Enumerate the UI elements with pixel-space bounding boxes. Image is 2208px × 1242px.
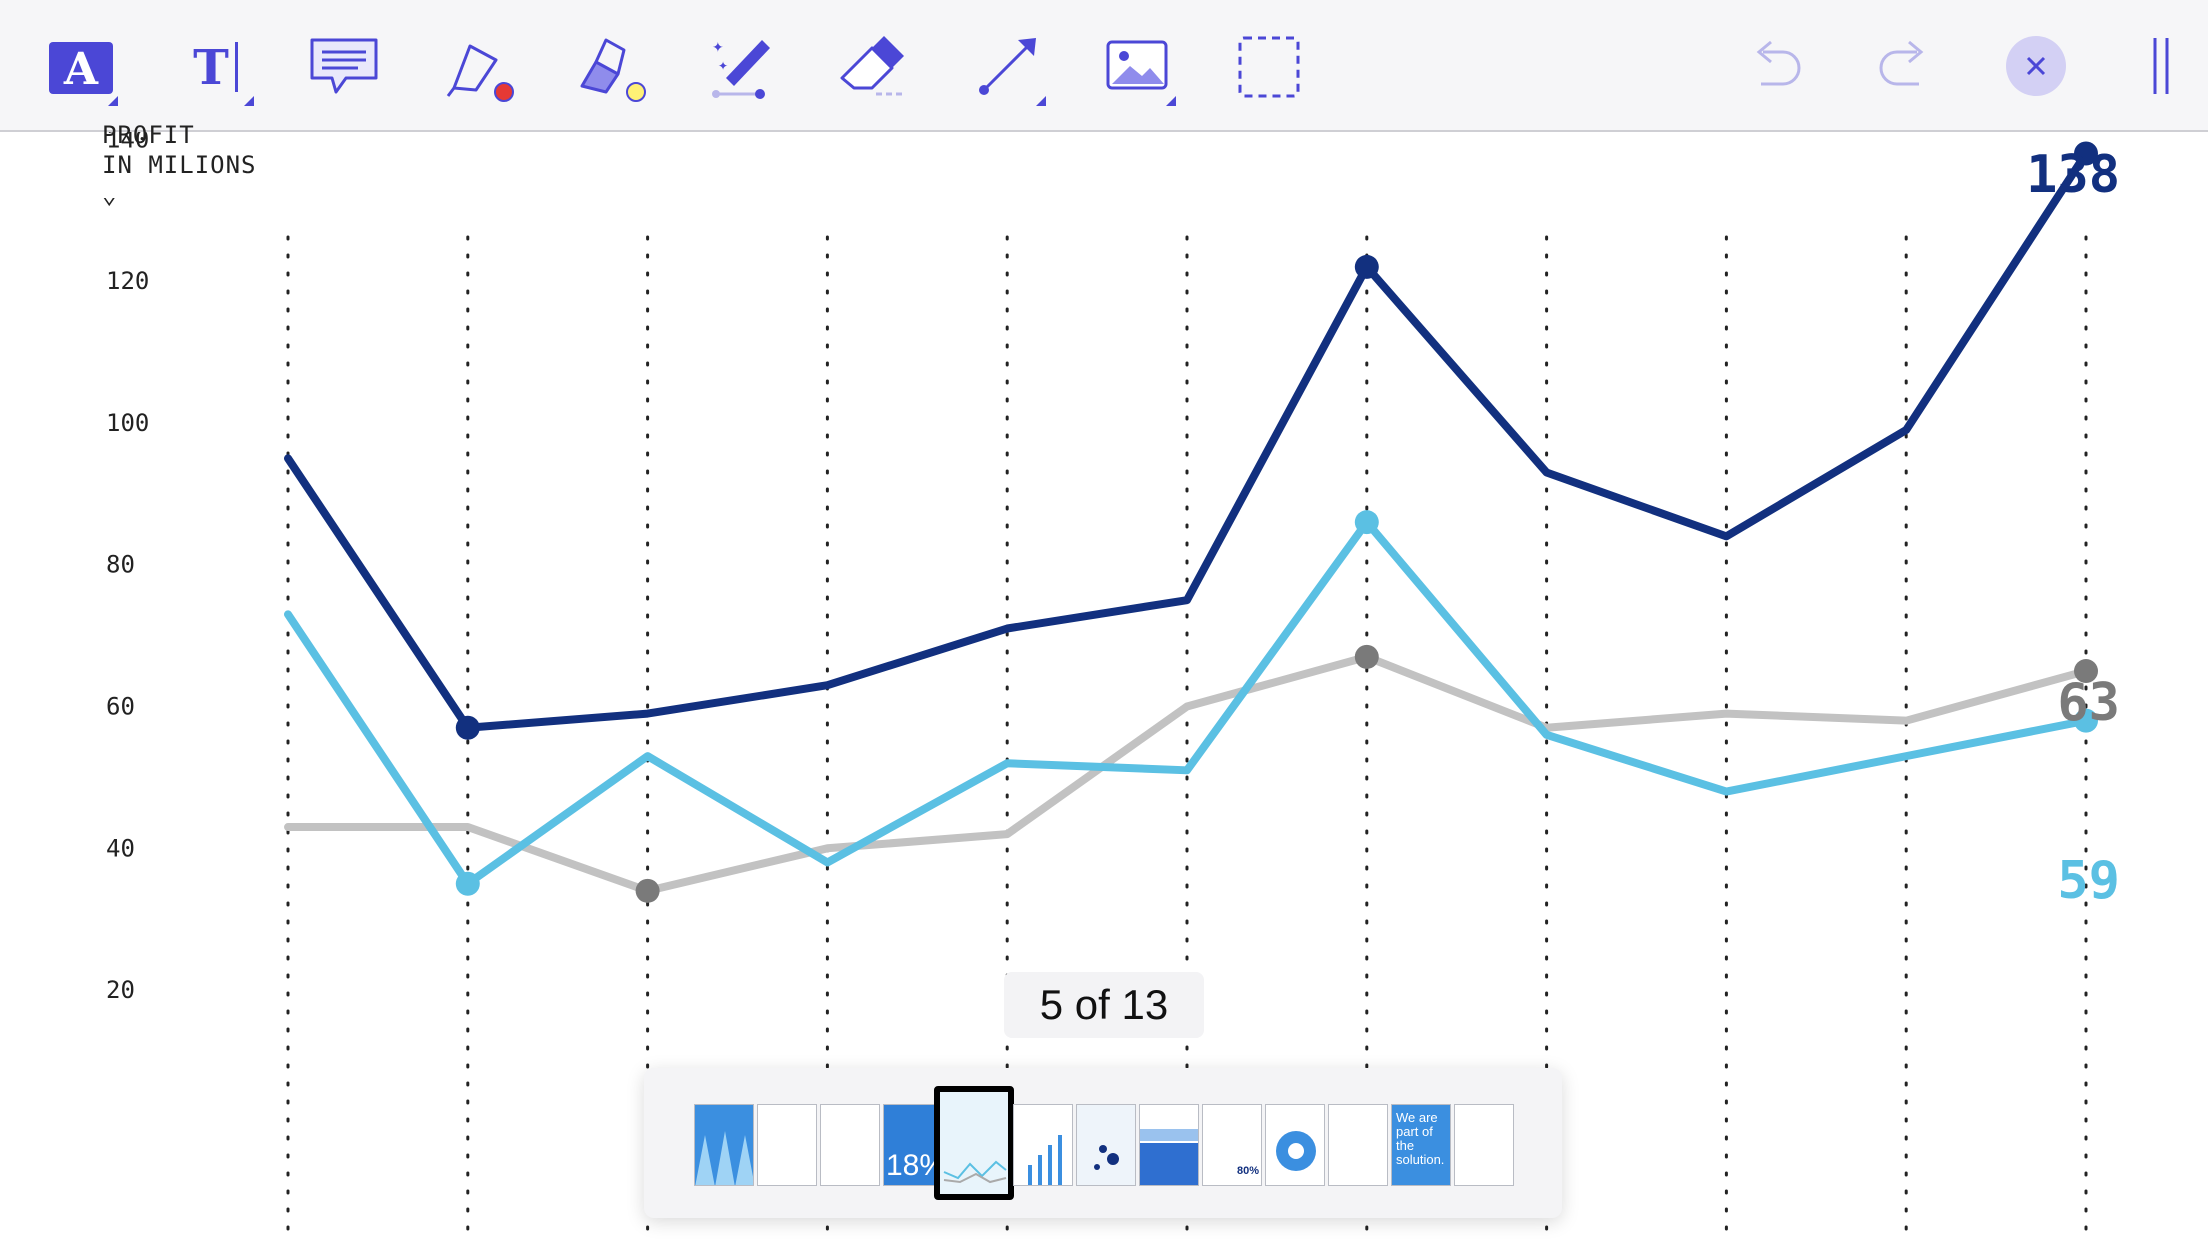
y-tick-label: 40 [106, 834, 135, 862]
drag-handle-icon [2153, 38, 2169, 94]
redo-icon [1879, 40, 1924, 86]
data-point [455, 715, 480, 740]
undo-button[interactable] [1728, 20, 1824, 112]
image-icon [1106, 40, 1168, 90]
thumbnail-graphic [1094, 1145, 1119, 1170]
submenu-indicator [108, 96, 118, 106]
magic-pen-tool[interactable]: ✦ ✦ [694, 20, 790, 112]
svg-text:✦: ✦ [718, 59, 728, 73]
text-style-tool[interactable]: A [32, 20, 128, 112]
selection-tool[interactable] [1222, 20, 1318, 112]
y-tick-label: 80 [106, 551, 135, 579]
pen-icon [446, 44, 514, 102]
page-thumbnail[interactable] [820, 1104, 880, 1186]
submenu-indicator [1166, 96, 1176, 106]
page-thumbnail-strip[interactable]: 18% 80% We are part of the solution. [644, 1068, 1562, 1218]
svg-text:A: A [63, 44, 99, 95]
undo-icon [1756, 40, 1801, 86]
lasso-select-icon [1238, 36, 1300, 98]
thumbnail-graphic [1028, 1135, 1062, 1185]
thumbnail-graphic [943, 1160, 1007, 1184]
text-insert-icon: T [193, 40, 238, 96]
y-tick-label: 20 [106, 976, 135, 1004]
annotation-toolbar: A T ✦ ✦ [0, 0, 2208, 132]
text-style-icon: A [49, 42, 113, 95]
text-tool[interactable]: T [168, 20, 264, 112]
eraser-icon [840, 36, 904, 96]
y-axis-title-line: ⌄ [102, 181, 118, 209]
eraser-tool[interactable] [824, 20, 920, 112]
y-tick-label: 100 [106, 409, 149, 437]
page-thumbnail[interactable] [757, 1104, 817, 1186]
thumbnail-graphic [1276, 1131, 1316, 1171]
page-thumbnail[interactable] [1013, 1104, 1073, 1186]
page-thumbnail[interactable] [1139, 1104, 1199, 1186]
close-icon [2026, 56, 2046, 76]
data-point [1354, 254, 1379, 279]
highlighter-icon [580, 38, 646, 102]
submenu-indicator [1036, 96, 1046, 106]
pen-tool[interactable] [432, 20, 528, 112]
page-thumbnail[interactable] [1328, 1104, 1388, 1186]
y-tick-label: 120 [106, 267, 149, 295]
data-point [1354, 510, 1379, 535]
toolbar-handle[interactable] [2116, 20, 2206, 112]
data-point [635, 878, 660, 903]
thumbnail-graphic [1140, 1129, 1198, 1185]
svg-text:T: T [193, 40, 229, 96]
highlighter-tool[interactable] [564, 20, 660, 112]
submenu-indicator [244, 96, 254, 106]
page-indicator: 5 of 13 [1004, 972, 1204, 1038]
page-thumbnail[interactable]: We are part of the solution. [1391, 1104, 1451, 1186]
y-tick-label: 60 [106, 693, 135, 721]
page-thumbnail[interactable]: 80% [1202, 1104, 1262, 1186]
thumbnail-graphic [695, 1131, 753, 1185]
close-toolbar-button[interactable] [2006, 36, 2066, 96]
line-arrow-icon [979, 38, 1036, 95]
y-axis-title: PROFIT IN MILIONS ⌄ [102, 121, 257, 210]
series-end-label: 138 [2026, 145, 2120, 205]
data-point [455, 871, 480, 896]
comment-tool[interactable] [296, 20, 392, 112]
svg-text:✦: ✦ [712, 40, 724, 56]
image-tool[interactable] [1090, 20, 1186, 112]
page-thumbnail[interactable] [694, 1104, 754, 1186]
page-thumbnail[interactable] [1076, 1104, 1136, 1186]
comment-icon [310, 38, 378, 94]
redo-button[interactable] [1856, 20, 1952, 112]
thumbnail-text: We are part of the solution. [1396, 1110, 1445, 1167]
series-end-label: 59 [2057, 851, 2120, 911]
data-point [1354, 644, 1379, 669]
magic-pen-icon: ✦ ✦ [712, 40, 770, 99]
series-end-label: 63 [2057, 673, 2120, 733]
page-thumbnail[interactable] [1454, 1104, 1514, 1186]
y-axis-title-line: IN MILIONS [102, 151, 257, 179]
page-thumbnail[interactable] [934, 1086, 1014, 1200]
line-tool[interactable] [960, 20, 1056, 112]
thumbnail-text: 80% [1236, 1165, 1259, 1177]
y-axis-title-line: PROFIT [102, 121, 195, 149]
page-thumbnail[interactable] [1265, 1104, 1325, 1186]
